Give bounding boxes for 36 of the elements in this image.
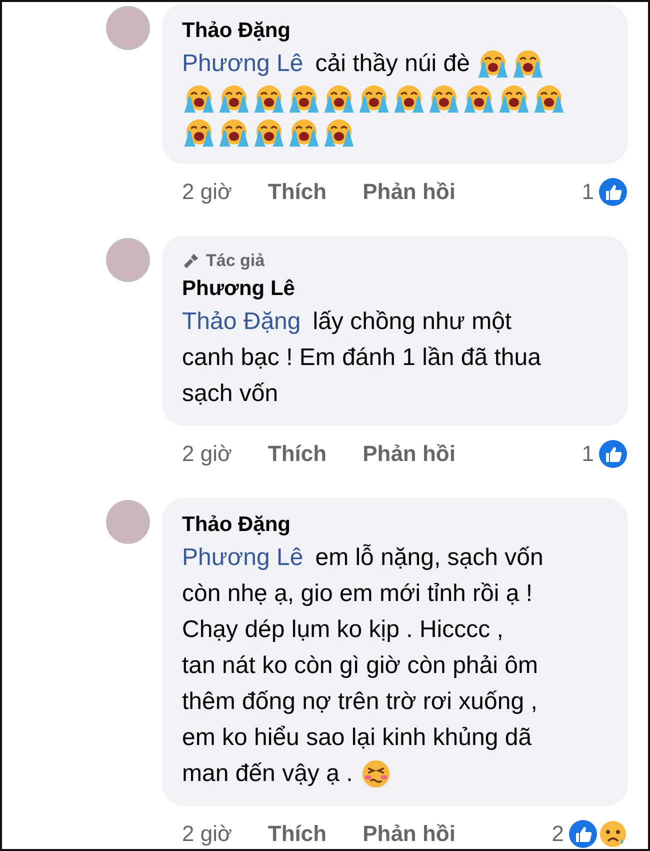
comment-text: thêm đống nợ trên trờ rơi xuống , bbox=[182, 687, 538, 717]
author-label: Tác giả bbox=[206, 251, 265, 271]
comment-text: canh bạc ! Em đánh 1 lần đã thua bbox=[182, 343, 541, 373]
like-button[interactable]: Thích bbox=[268, 821, 327, 847]
like-button[interactable]: Thích bbox=[268, 179, 327, 205]
avatar-photo-placeholder[interactable] bbox=[106, 500, 150, 544]
author-name[interactable]: Phương Lê bbox=[182, 274, 610, 304]
mention-link[interactable]: Phương Lê bbox=[182, 46, 304, 82]
comment-text: em ko hiểu sao lại kinh khủng dã bbox=[182, 723, 532, 753]
reaction-count: 2 bbox=[552, 821, 564, 847]
comment-text: man đến vậy ạ . bbox=[182, 759, 353, 789]
comment-text: em lỗ nặng, sạch vốn bbox=[315, 543, 544, 573]
reply-button[interactable]: Phản hồi bbox=[362, 821, 456, 847]
thumbs-up-icon bbox=[598, 439, 628, 469]
mention-link[interactable]: Phương Lê bbox=[182, 540, 304, 576]
comment-text: lấy chồng như một bbox=[312, 307, 512, 337]
reaction-count: 1 bbox=[582, 179, 594, 205]
author-name[interactable]: Thảo Đặng bbox=[182, 16, 610, 46]
reply-button[interactable]: Phản hồi bbox=[362, 179, 456, 205]
comment-time[interactable]: 2 giờ bbox=[182, 179, 232, 205]
comment-text: sạch vốn bbox=[182, 379, 278, 409]
comment-text: tan nát ko còn gì giờ còn phải ôm bbox=[182, 651, 538, 681]
comment-time[interactable]: 2 giờ bbox=[182, 441, 232, 467]
like-button[interactable]: Thích bbox=[268, 441, 327, 467]
reply-button[interactable]: Phản hồi bbox=[362, 441, 456, 467]
avatar-photo-placeholder[interactable] bbox=[106, 238, 150, 282]
thumbs-up-icon bbox=[598, 177, 628, 207]
sad-face-icon bbox=[598, 819, 628, 849]
comment-time[interactable]: 2 giờ bbox=[182, 821, 232, 847]
reaction-count: 1 bbox=[582, 441, 594, 467]
comment-text: cải thầy núi đè bbox=[315, 49, 470, 79]
comment-text: Chạy dép lụm ko kịp . Hicccc , bbox=[182, 615, 504, 645]
mention-link[interactable]: Thảo Đặng bbox=[182, 304, 301, 340]
avatar-photo-placeholder[interactable] bbox=[106, 6, 150, 50]
author-name[interactable]: Thảo Đặng bbox=[182, 510, 610, 540]
comment-text: còn nhẹ ạ, gio em mới tỉnh rồi ạ ! bbox=[182, 579, 533, 609]
